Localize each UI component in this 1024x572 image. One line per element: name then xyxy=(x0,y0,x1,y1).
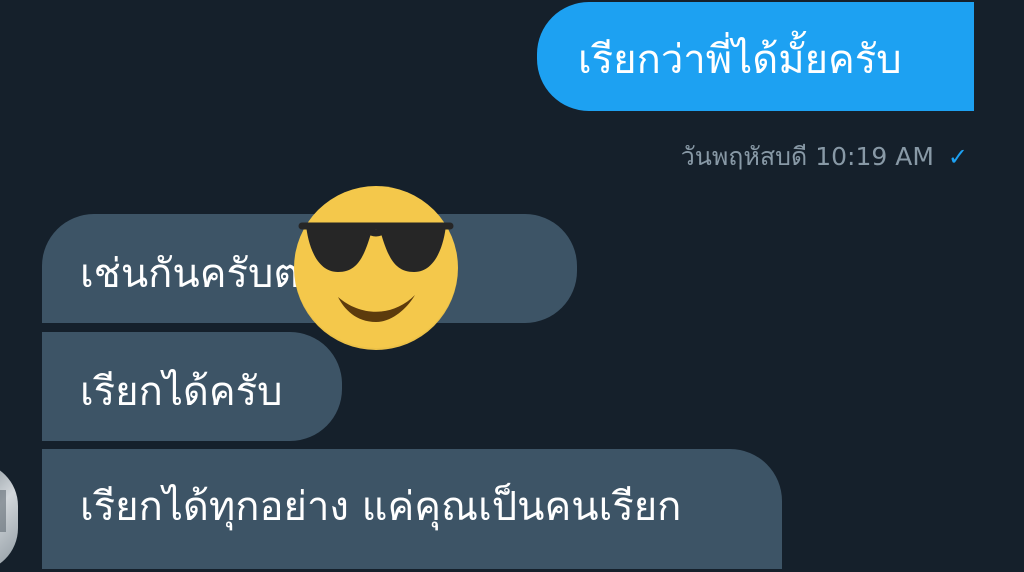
contact-avatar[interactable] xyxy=(0,462,18,572)
received-message-text: เรียกได้ทุกอย่าง แค่คุณเป็นคนเรียก xyxy=(80,484,682,530)
sunglasses-emoji-sticker xyxy=(294,186,458,350)
timestamp: วันพฤหัสบดี 10:19 AM xyxy=(680,142,934,171)
message-meta: วันพฤหัสบดี 10:19 AM ✓ xyxy=(681,137,968,177)
sent-check-icon: ✓ xyxy=(947,143,968,171)
received-message-bubble[interactable]: เรียกได้ทุกอย่าง แค่คุณเป็นคนเรียก xyxy=(42,449,782,569)
sent-message-bubble[interactable]: เรียกว่าพี่ได้มั้ยครับ xyxy=(537,2,974,111)
sent-message-text: เรียกว่าพี่ได้มั้ยครับ xyxy=(578,37,902,83)
chat-thread: เรียกว่าพี่ได้มั้ยครับ วันพฤหัสบดี 10:19… xyxy=(0,0,1024,572)
sunglasses-emoji-icon xyxy=(298,222,454,322)
received-message-text: เรียกได้ครับ xyxy=(80,369,283,415)
